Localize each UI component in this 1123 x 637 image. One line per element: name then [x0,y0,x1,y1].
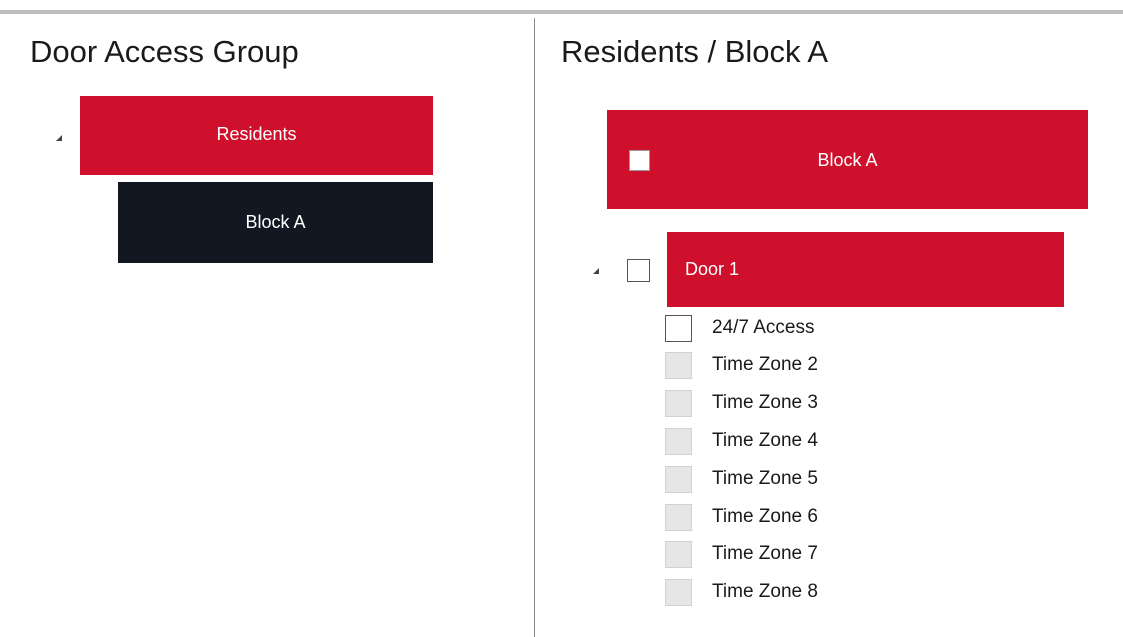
tree-item-label: Block A [245,212,306,232]
door-1-checkbox[interactable] [627,259,650,282]
time-zone-label: Time Zone 4 [712,430,818,451]
panel-divider [534,18,535,637]
time-zone-label: 24/7 Access [712,317,815,338]
door-1-expander-icon[interactable] [593,268,599,274]
time-zone-checkbox [665,504,692,531]
time-zone-checkbox [665,390,692,417]
time-zone-checkbox[interactable] [665,315,692,342]
residents-expander-icon[interactable] [56,135,62,141]
time-zone-checkbox [665,466,692,493]
time-zone-checkbox [665,579,692,606]
top-border [0,10,1123,14]
time-zone-label: Time Zone 8 [712,581,818,602]
block-a-label: Block A [817,150,878,170]
time-zone-label: Time Zone 6 [712,506,818,527]
time-zone-checkbox [665,352,692,379]
door-1-label: Door 1 [685,259,740,279]
time-zone-label: Time Zone 2 [712,354,818,375]
tree-item-label: Residents [216,124,297,144]
time-zone-label: Time Zone 3 [712,392,818,413]
time-zone-checkbox [665,428,692,455]
tree-item-residents[interactable]: Residents [80,96,433,178]
time-zone-label: Time Zone 5 [712,468,818,489]
breadcrumb-title: Residents / Block A [561,34,829,69]
time-zone-checkbox [665,541,692,568]
tree-item-block-a[interactable]: Block A [118,182,433,263]
block-a-tile[interactable]: Block A [607,110,1088,209]
door-access-group-title: Door Access Group [30,34,299,69]
door-1-tile[interactable]: Door 1 [667,232,1064,307]
time-zone-label: Time Zone 7 [712,543,818,564]
